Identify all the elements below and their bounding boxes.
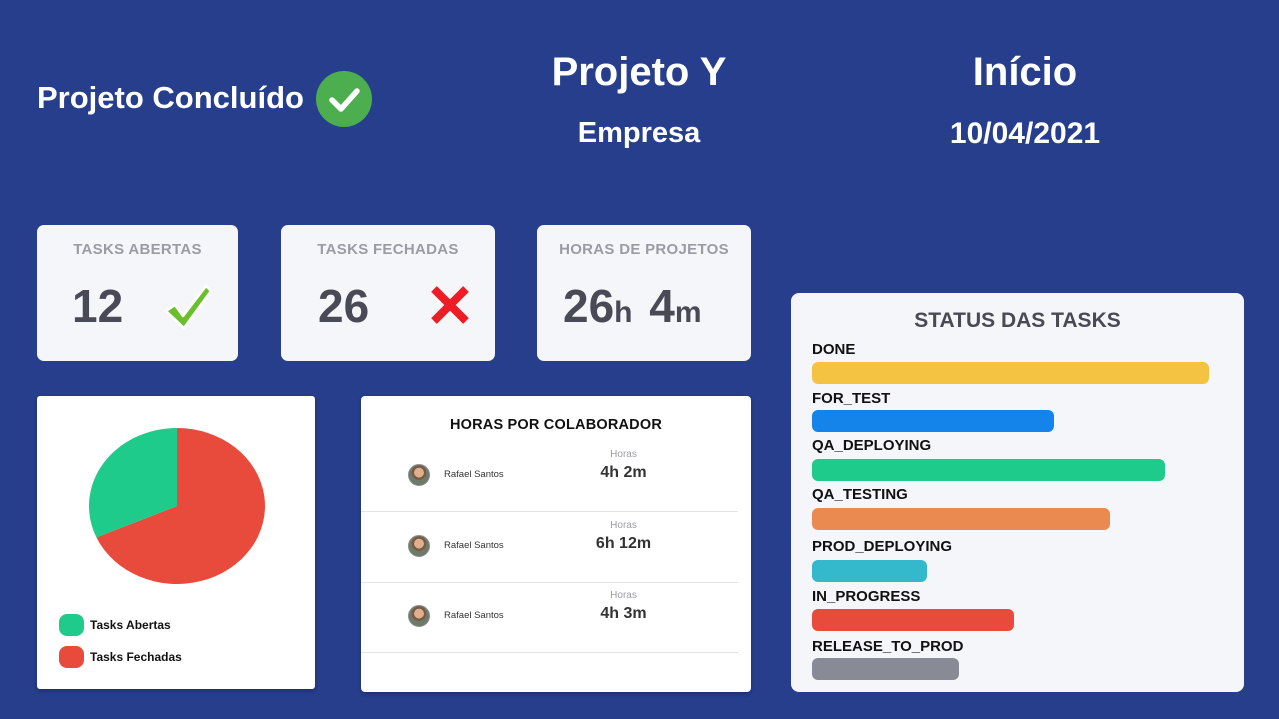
hours-value: 4h 3m xyxy=(600,605,647,622)
project-hours-label: HORAS DE PROJETOS xyxy=(559,241,729,258)
legend-label-open: Tasks Abertas xyxy=(90,618,171,632)
legend-swatch-closed xyxy=(59,646,84,668)
status-bar-prod-deploying xyxy=(812,560,927,582)
hours-unit: h xyxy=(614,296,633,329)
project-hours-card: HORAS DE PROJETOS 26h 4m xyxy=(537,225,751,361)
red-x-icon xyxy=(431,286,469,324)
project-hours-value: 26h 4m xyxy=(563,279,702,333)
open-tasks-card: TASKS ABERTAS 12 xyxy=(37,225,238,361)
table-row: Rafael Santos Horas 6h 12m xyxy=(361,513,738,583)
tasks-pie-chart xyxy=(89,428,265,584)
project-status-text: Projeto Concluído xyxy=(37,80,304,115)
task-status-title: STATUS DAS TASKS xyxy=(914,309,1121,332)
collaborator-name: Rafael Santos xyxy=(444,540,504,551)
hours-table-title: HORAS POR COLABORADOR xyxy=(449,417,663,433)
status-bar-qa-deploying xyxy=(812,459,1165,481)
hours-column-label: Horas xyxy=(610,590,637,601)
check-circle-icon xyxy=(316,71,372,127)
status-bar-qa-testing xyxy=(812,508,1110,530)
closed-tasks-value: 26 xyxy=(318,280,370,332)
status-bar-release-to-prod xyxy=(812,658,959,680)
legend-swatch-open xyxy=(59,614,84,636)
status-label-release-to-prod: RELEASE_TO_PROD xyxy=(812,638,964,655)
status-label-done: DONE xyxy=(812,341,856,358)
closed-tasks-label: TASKS FECHADAS xyxy=(317,241,459,258)
table-row: Rafael Santos Horas 4h 2m xyxy=(361,442,738,512)
company-name: Empresa xyxy=(577,117,701,149)
row-divider xyxy=(361,652,738,653)
minutes-unit: m xyxy=(674,296,702,329)
table-row: Rafael Santos Horas 4h 3m xyxy=(361,583,738,653)
hours-column-label: Horas xyxy=(610,449,637,460)
hours-column-label: Horas xyxy=(610,520,637,531)
legend-label-closed: Tasks Fechadas xyxy=(90,650,182,664)
hours-value: 4h 2m xyxy=(600,464,647,481)
closed-tasks-card: TASKS FECHADAS 26 xyxy=(281,225,495,361)
status-bar-for-test xyxy=(812,410,1054,432)
avatar xyxy=(408,605,430,627)
status-label-in-progress: IN_PROGRESS xyxy=(812,588,921,605)
row-divider xyxy=(361,511,738,512)
hours-value: 6h 12m xyxy=(595,535,652,552)
avatar xyxy=(408,535,430,557)
open-tasks-value: 12 xyxy=(72,280,124,332)
green-checkmark-icon xyxy=(164,284,213,330)
open-tasks-label: TASKS ABERTAS xyxy=(73,241,202,258)
status-label-for-test: FOR_TEST xyxy=(812,390,891,407)
hours-number: 26 xyxy=(563,280,615,332)
start-date: 10/04/2021 xyxy=(949,117,1101,150)
start-label: Início xyxy=(972,50,1078,94)
legend-item-open: Tasks Abertas xyxy=(59,614,171,636)
minutes-number: 4 xyxy=(649,280,675,332)
avatar xyxy=(408,464,430,486)
status-label-qa-testing: QA_TESTING xyxy=(812,486,908,503)
status-bar-done xyxy=(812,362,1209,384)
task-status-card: STATUS DAS TASKS DONE FOR_TEST QA_DEPLOYIN… xyxy=(791,293,1244,692)
collaborator-name: Rafael Santos xyxy=(444,469,504,480)
collaborator-name: Rafael Santos xyxy=(444,610,504,621)
project-title: Projeto Y xyxy=(551,50,727,94)
status-label-qa-deploying: QA_DEPLOYING xyxy=(812,437,932,454)
tasks-pie-card: Tasks Abertas Tasks Fechadas xyxy=(37,396,315,689)
hours-per-collaborator-card: HORAS POR COLABORADOR Rafael Santos Hora… xyxy=(361,396,751,692)
status-label-prod-deploying: PROD_DEPLOYING xyxy=(812,538,953,555)
legend-item-closed: Tasks Fechadas xyxy=(59,646,182,668)
status-bar-in-progress xyxy=(812,609,1014,631)
